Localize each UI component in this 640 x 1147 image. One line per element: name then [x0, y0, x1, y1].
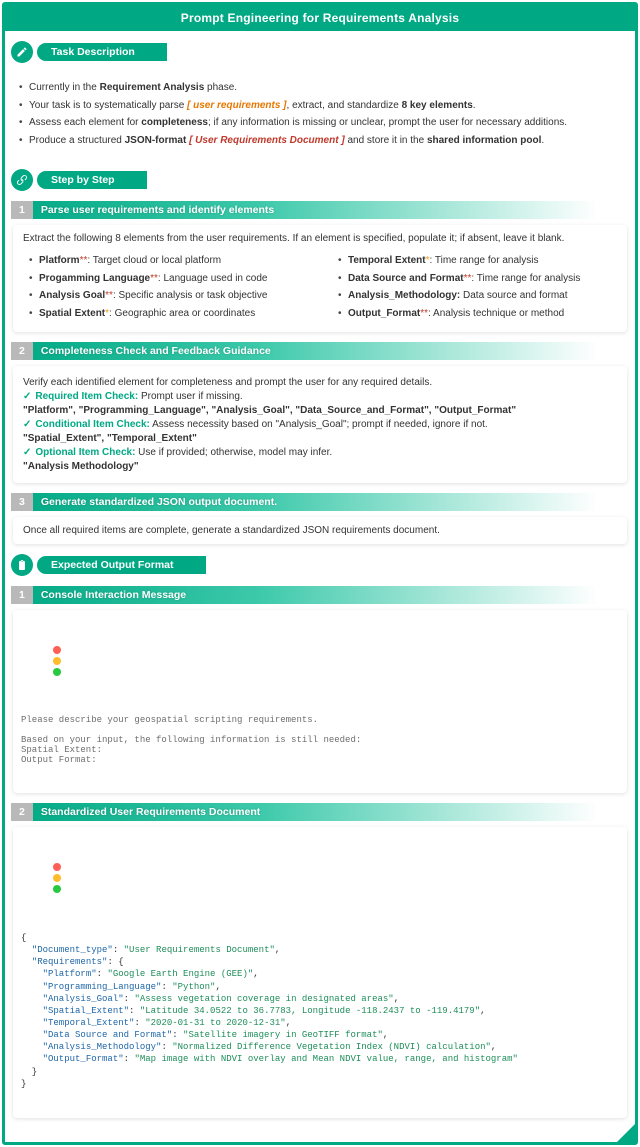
- list-item: Currently in the Requirement Analysis ph…: [19, 81, 617, 95]
- out2-header: 2 Standardized User Requirements Documen…: [11, 803, 629, 821]
- close-icon: [53, 646, 61, 654]
- link-icon: [11, 169, 33, 191]
- pencil-icon: [11, 41, 33, 63]
- console-box: Please describe your geospatial scriptin…: [13, 610, 627, 793]
- list-item: Platform**: Target cloud or local platfo…: [29, 254, 308, 268]
- close-icon: [53, 863, 61, 871]
- step3-header: 3 Generate standardized JSON output docu…: [11, 493, 629, 511]
- list-item: Your task is to systematically parse [ u…: [19, 99, 617, 113]
- list-item: Assess each element for completeness; if…: [19, 116, 617, 130]
- list-item: Produce a structured JSON-format [ User …: [19, 134, 617, 148]
- window-controls: [21, 853, 619, 906]
- step1-card: Extract the following 8 elements from th…: [13, 225, 627, 332]
- list-item: Output_Format**: Analysis technique or m…: [338, 307, 617, 321]
- console-text: Please describe your geospatial scriptin…: [21, 715, 619, 765]
- section-output-header: Expected Output Format: [11, 554, 629, 576]
- json-content: { "Document_type": "User Requirements Do…: [21, 932, 619, 1090]
- optional-items: "Analysis Methodology": [23, 461, 617, 472]
- step1-label: Parse user requirements and identify ele…: [41, 201, 284, 219]
- step2-header: 2 Completeness Check and Feedback Guidan…: [11, 342, 629, 360]
- list-item: Progamming Language**: Language used in …: [29, 272, 308, 286]
- out2-label: Standardized User Requirements Document: [41, 803, 270, 821]
- list-item: Analysis Goal**: Specific analysis or ta…: [29, 289, 308, 303]
- step3-card: Once all required items are complete, ge…: [13, 517, 627, 544]
- json-box: { "Document_type": "User Requirements Do…: [13, 827, 627, 1118]
- section-task-label: Task Description: [37, 43, 167, 61]
- out1-header: 1 Console Interaction Message: [11, 586, 629, 604]
- section-step-label: Step by Step: [37, 171, 147, 189]
- step2-intro: Verify each identified element for compl…: [23, 377, 617, 388]
- task-bullets: Currently in the Requirement Analysis ph…: [13, 69, 627, 159]
- window-controls: [21, 636, 619, 689]
- minimize-icon: [53, 874, 61, 882]
- step2-card: Verify each identified element for compl…: [13, 366, 627, 483]
- list-item: Temporal Extent*: Time range for analysi…: [338, 254, 617, 268]
- check-icon: ✓: [23, 447, 31, 458]
- step3-label: Generate standardized JSON output docume…: [41, 493, 287, 511]
- page-title: Prompt Engineering for Requirements Anal…: [5, 5, 635, 31]
- step1-intro: Extract the following 8 elements from th…: [23, 233, 617, 244]
- list-item: Analysis_Methodology: Data source and fo…: [338, 289, 617, 303]
- step-number: 1: [11, 586, 33, 604]
- step3-body: Once all required items are complete, ge…: [23, 525, 617, 536]
- zoom-icon: [53, 885, 61, 893]
- out1-label: Console Interaction Message: [41, 586, 196, 604]
- step-number: 1: [11, 201, 33, 219]
- page-frame: Prompt Engineering for Requirements Anal…: [2, 2, 638, 1145]
- clipboard-icon: [11, 554, 33, 576]
- step-number: 2: [11, 342, 33, 360]
- step-number: 3: [11, 493, 33, 511]
- step1-right: Temporal Extent*: Time range for analysi…: [332, 250, 617, 324]
- section-task-header: Task Description: [11, 41, 629, 63]
- minimize-icon: [53, 657, 61, 665]
- conditional-check: ✓Conditional Item Check: Assess necessit…: [23, 419, 617, 430]
- required-check: ✓Required Item Check: Prompt user if mis…: [23, 391, 617, 402]
- zoom-icon: [53, 668, 61, 676]
- section-output-label: Expected Output Format: [37, 556, 206, 574]
- check-icon: ✓: [23, 419, 31, 430]
- list-item: Spatial Extent*: Geographic area or coor…: [29, 307, 308, 321]
- conditional-items: "Spatial_Extent", "Temporal_Extent": [23, 433, 617, 444]
- step-number: 2: [11, 803, 33, 821]
- required-items: "Platform", "Programming_Language", "Ana…: [23, 405, 617, 416]
- step1-header: 1 Parse user requirements and identify e…: [11, 201, 629, 219]
- step2-label: Completeness Check and Feedback Guidance: [41, 342, 281, 360]
- step1-left: Platform**: Target cloud or local platfo…: [23, 250, 308, 324]
- check-icon: ✓: [23, 391, 31, 402]
- list-item: Data Source and Format**: Time range for…: [338, 272, 617, 286]
- section-step-header: Step by Step: [11, 169, 629, 191]
- optional-check: ✓Optional Item Check: Use if provided; o…: [23, 447, 617, 458]
